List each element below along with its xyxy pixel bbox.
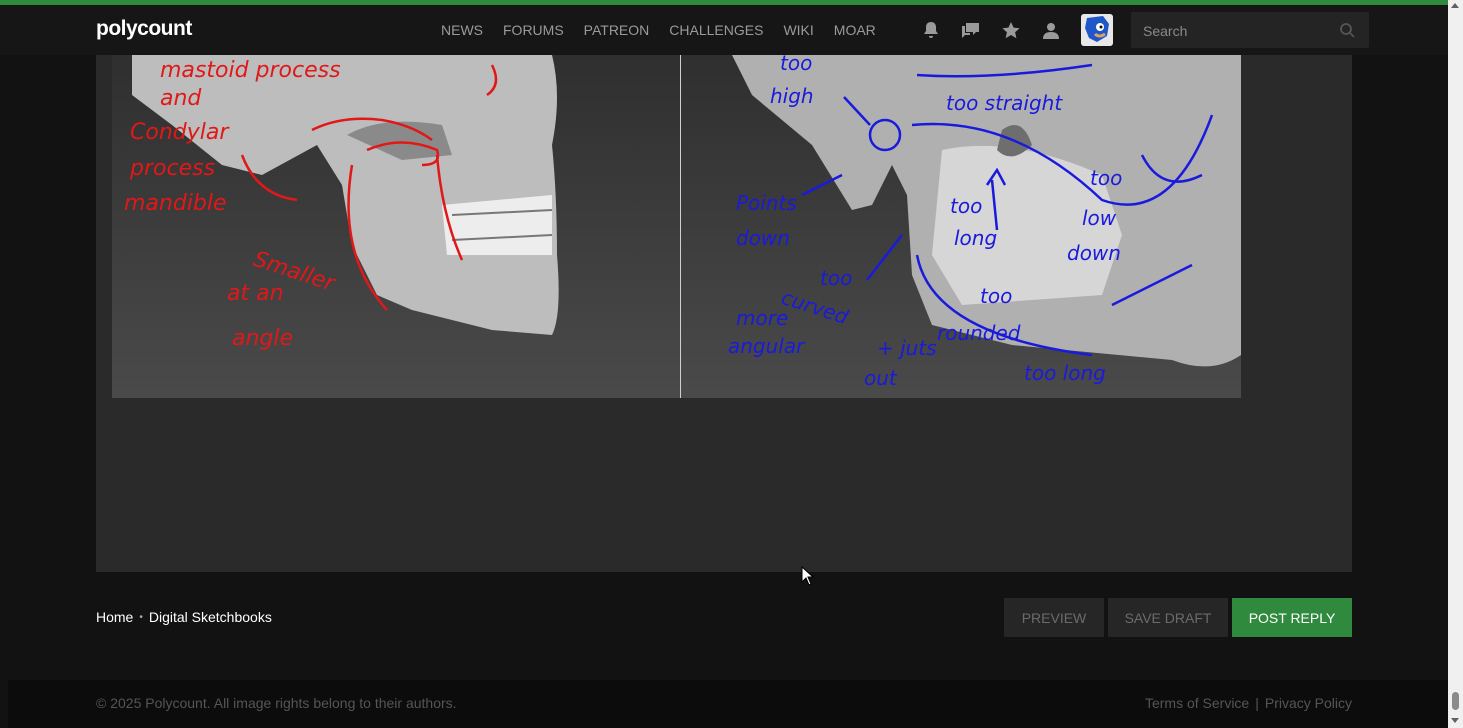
nav-challenges[interactable]: CHALLENGES [669, 22, 763, 38]
polycount-logo[interactable]: polycount [96, 17, 192, 41]
footer-link-separator: | [1255, 695, 1259, 711]
scroll-up-arrow-icon[interactable] [1451, 3, 1459, 8]
annotated-skull-image: mastoid process and Condylar process man… [112, 55, 1241, 398]
nav-patreon[interactable]: PATREON [584, 22, 650, 38]
chat-icon[interactable] [956, 18, 986, 42]
annotation-more: more [736, 306, 788, 330]
annotation-points: Points [736, 191, 797, 215]
scrollbar-thumb[interactable] [1452, 692, 1459, 710]
nav-icons [916, 18, 1066, 42]
annotation-mastoid: mastoid process [160, 58, 341, 83]
privacy-policy-link[interactable]: Privacy Policy [1265, 695, 1352, 711]
search-box [1131, 12, 1369, 50]
post-reply-button[interactable]: POST REPLY [1232, 598, 1352, 637]
annotation-condylar: Condylar [130, 120, 230, 145]
post-content-panel: mastoid process and Condylar process man… [96, 55, 1352, 572]
search-icon[interactable] [1339, 22, 1355, 38]
mouse-cursor-icon [801, 566, 815, 586]
copyright-text: © 2025 Polycount. All image rights belon… [96, 695, 457, 711]
avatar[interactable] [1081, 14, 1113, 46]
nav-news[interactable]: NEWS [441, 22, 483, 38]
breadcrumb-separator: • [139, 611, 143, 623]
annotation-mandible: mandible [124, 191, 227, 216]
scroll-down-arrow-icon[interactable] [1451, 718, 1459, 723]
annotation-angular: angular [728, 334, 806, 358]
user-icon[interactable] [1036, 18, 1066, 42]
annotation-process: process [129, 156, 215, 181]
page-scrollbar[interactable] [1448, 0, 1463, 728]
nav-forums[interactable]: FORUMS [503, 22, 564, 38]
image-divider [680, 55, 681, 398]
footer-links: Terms of Service | Privacy Policy [1145, 695, 1352, 711]
breadcrumb-home[interactable]: Home [96, 609, 133, 625]
annotation-too-straight: too straight [946, 91, 1063, 115]
annotation-too-low-3: down [1067, 241, 1121, 265]
bell-icon[interactable] [916, 18, 946, 42]
annotation-out: out [864, 366, 898, 390]
breadcrumb: Home • Digital Sketchbooks [96, 609, 272, 625]
star-icon[interactable] [996, 18, 1026, 42]
annotation-and: and [160, 86, 202, 111]
annotation-too-rounded-1: too [980, 284, 1012, 308]
breadcrumb-digital-sketchbooks[interactable]: Digital Sketchbooks [149, 609, 272, 625]
annotation-too-curved-1: too [820, 266, 852, 290]
annotation-too-high-2: high [770, 84, 814, 108]
annotation-too-high-1: too [780, 55, 812, 75]
annotation-juts: + juts [877, 336, 937, 360]
terms-of-service-link[interactable]: Terms of Service [1145, 695, 1249, 711]
annotation-too-long-2: long [954, 226, 997, 250]
preview-button[interactable]: PREVIEW [1004, 598, 1104, 637]
annotation-too-low-2: low [1082, 206, 1117, 230]
annotation-too-long-1: too [950, 194, 982, 218]
search-input[interactable] [1141, 12, 1335, 50]
save-draft-button[interactable]: SAVE DRAFT [1108, 598, 1228, 637]
annotation-too-low-1: too [1090, 166, 1122, 190]
annotation-too-curved-2: curved [778, 285, 851, 329]
site-footer: © 2025 Polycount. All image rights belon… [8, 680, 1448, 728]
site-header: polycount NEWS FORUMS PATREON CHALLENGES… [0, 5, 1448, 55]
annotation-down: down [736, 226, 790, 250]
annotation-angle: angle [232, 326, 293, 351]
nav-moar[interactable]: MOAR [834, 22, 876, 38]
annotation-too-rounded-2: rounded [937, 321, 1021, 345]
nav-wiki[interactable]: WIKI [783, 22, 813, 38]
annotation-at-an: at an [227, 281, 284, 306]
annotation-too-long-bottom: too long [1024, 361, 1106, 385]
main-nav: NEWS FORUMS PATREON CHALLENGES WIKI MOAR [441, 22, 876, 38]
